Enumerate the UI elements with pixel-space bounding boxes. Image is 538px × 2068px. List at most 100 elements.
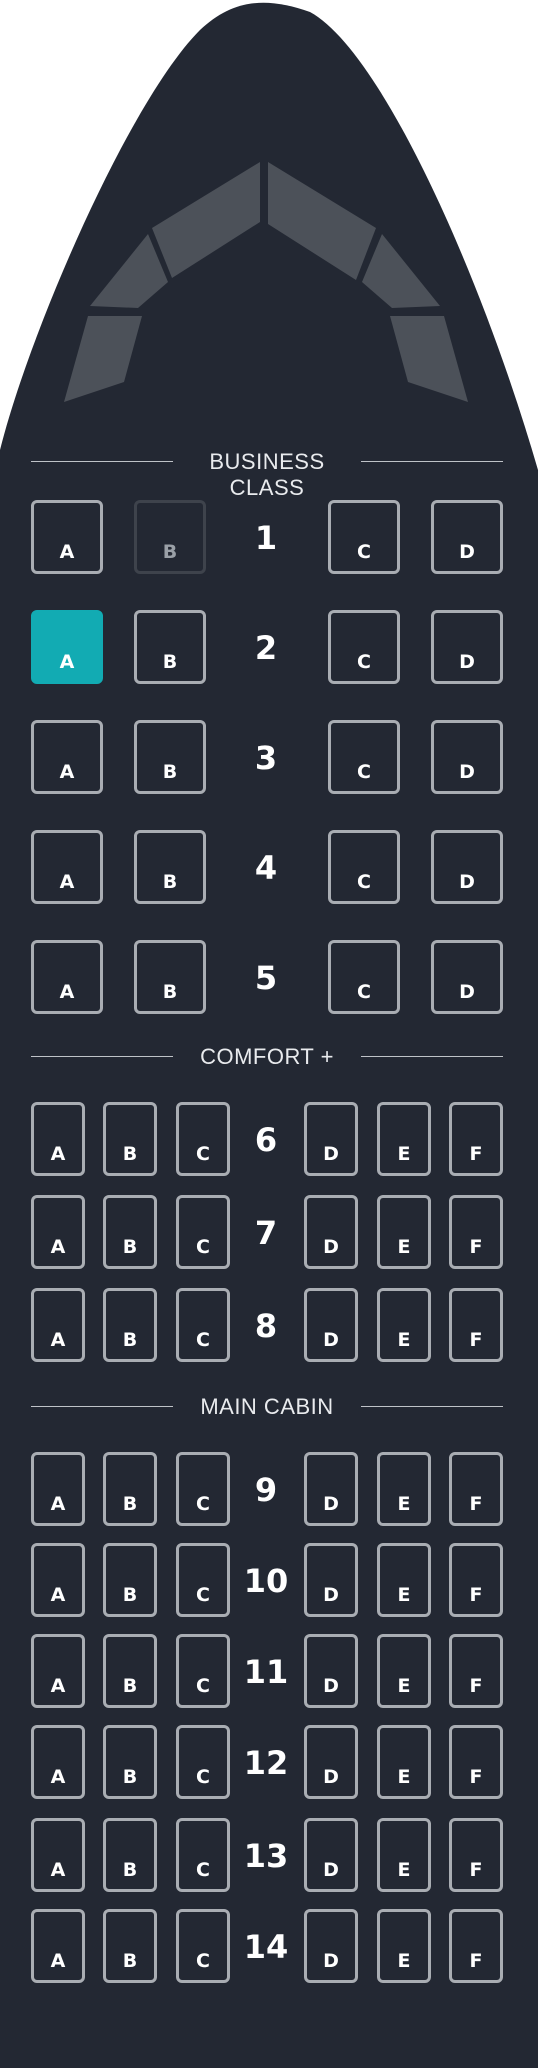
seat-10e[interactable]: E [377, 1543, 431, 1617]
seat-13b[interactable]: B [103, 1818, 157, 1892]
row-number: 13 [243, 1837, 289, 1875]
seat-13f[interactable]: F [449, 1818, 503, 1892]
seat-4c[interactable]: C [328, 830, 400, 904]
seat-11e[interactable]: E [377, 1634, 431, 1708]
seat-14b[interactable]: B [103, 1909, 157, 1983]
seat-4b[interactable]: B [134, 830, 206, 904]
seat-7e[interactable]: E [377, 1195, 431, 1269]
seat-3b[interactable]: B [134, 720, 206, 794]
seat-8c[interactable]: C [176, 1288, 230, 1362]
seat-5a[interactable]: A [31, 940, 103, 1014]
row-number: 10 [243, 1562, 289, 1600]
seat-7f[interactable]: F [449, 1195, 503, 1269]
seat-12d[interactable]: D [304, 1725, 358, 1799]
seat-11c[interactable]: C [176, 1634, 230, 1708]
section-header-business-class: BUSINESS CLASS [0, 447, 538, 500]
row-number: 1 [254, 519, 278, 557]
seat-7b[interactable]: B [103, 1195, 157, 1269]
divider-line [31, 1056, 173, 1057]
seat-3a[interactable]: A [31, 720, 103, 794]
seat-13d[interactable]: D [304, 1818, 358, 1892]
seat-1d[interactable]: D [431, 500, 503, 574]
seat-3d[interactable]: D [431, 720, 503, 794]
seat-14c[interactable]: C [176, 1909, 230, 1983]
seat-4a[interactable]: A [31, 830, 103, 904]
seat-10b[interactable]: B [103, 1543, 157, 1617]
row-number: 12 [243, 1744, 289, 1782]
row-number: 9 [254, 1471, 278, 1509]
seat-13a[interactable]: A [31, 1818, 85, 1892]
seat-11f[interactable]: F [449, 1634, 503, 1708]
seat-2a[interactable]: A [31, 610, 103, 684]
seat-12c[interactable]: C [176, 1725, 230, 1799]
seat-6b[interactable]: B [103, 1102, 157, 1176]
section-header-main-cabin: MAIN CABIN [0, 1392, 538, 1422]
seat-9b[interactable]: B [103, 1452, 157, 1526]
seat-7d[interactable]: D [304, 1195, 358, 1269]
seat-1a[interactable]: A [31, 500, 103, 574]
divider-line [31, 1406, 173, 1407]
row-number: 2 [254, 629, 278, 667]
seat-8a[interactable]: A [31, 1288, 85, 1362]
divider-line [31, 461, 173, 462]
row-number: 3 [254, 739, 278, 777]
seat-2b[interactable]: B [134, 610, 206, 684]
seat-11b[interactable]: B [103, 1634, 157, 1708]
seat-9f[interactable]: F [449, 1452, 503, 1526]
seat-6c[interactable]: C [176, 1102, 230, 1176]
section-title: BUSINESS CLASS [209, 449, 325, 500]
row-number: 7 [254, 1214, 278, 1252]
row-number: 6 [254, 1121, 278, 1159]
seat-12b[interactable]: B [103, 1725, 157, 1799]
seat-3c[interactable]: C [328, 720, 400, 794]
row-number: 5 [254, 959, 278, 997]
seat-10d[interactable]: D [304, 1543, 358, 1617]
section-header-comfort: COMFORT + [0, 1042, 538, 1072]
seat-14d[interactable]: D [304, 1909, 358, 1983]
seat-12a[interactable]: A [31, 1725, 85, 1799]
seat-14e[interactable]: E [377, 1909, 431, 1983]
seat-6e[interactable]: E [377, 1102, 431, 1176]
seat-4d[interactable]: D [431, 830, 503, 904]
seat-1c[interactable]: C [328, 500, 400, 574]
seat-10f[interactable]: F [449, 1543, 503, 1617]
seat-14a[interactable]: A [31, 1909, 85, 1983]
seat-9e[interactable]: E [377, 1452, 431, 1526]
seat-6f[interactable]: F [449, 1102, 503, 1176]
row-number: 4 [254, 849, 278, 887]
seat-2c[interactable]: C [328, 610, 400, 684]
seat-5b[interactable]: B [134, 940, 206, 1014]
row-number: 11 [243, 1653, 289, 1691]
seat-7a[interactable]: A [31, 1195, 85, 1269]
seat-1b: B [134, 500, 206, 574]
seat-8d[interactable]: D [304, 1288, 358, 1362]
row-number: 8 [254, 1307, 278, 1345]
seat-9c[interactable]: C [176, 1452, 230, 1526]
section-title: COMFORT + [200, 1044, 334, 1069]
row-number: 14 [243, 1928, 289, 1966]
seat-13c[interactable]: C [176, 1818, 230, 1892]
seat-11a[interactable]: A [31, 1634, 85, 1708]
seat-10a[interactable]: A [31, 1543, 85, 1617]
seat-8f[interactable]: F [449, 1288, 503, 1362]
seat-10c[interactable]: C [176, 1543, 230, 1617]
divider-line [361, 461, 503, 462]
section-title: MAIN CABIN [200, 1394, 334, 1419]
seat-14f[interactable]: F [449, 1909, 503, 1983]
seat-6a[interactable]: A [31, 1102, 85, 1176]
seat-9d[interactable]: D [304, 1452, 358, 1526]
divider-line [361, 1406, 503, 1407]
seat-7c[interactable]: C [176, 1195, 230, 1269]
seat-5c[interactable]: C [328, 940, 400, 1014]
seat-8e[interactable]: E [377, 1288, 431, 1362]
seat-12e[interactable]: E [377, 1725, 431, 1799]
seat-2d[interactable]: D [431, 610, 503, 684]
seat-13e[interactable]: E [377, 1818, 431, 1892]
seat-9a[interactable]: A [31, 1452, 85, 1526]
seat-12f[interactable]: F [449, 1725, 503, 1799]
seat-6d[interactable]: D [304, 1102, 358, 1176]
seat-11d[interactable]: D [304, 1634, 358, 1708]
seat-8b[interactable]: B [103, 1288, 157, 1362]
divider-line [361, 1056, 503, 1057]
seat-5d[interactable]: D [431, 940, 503, 1014]
